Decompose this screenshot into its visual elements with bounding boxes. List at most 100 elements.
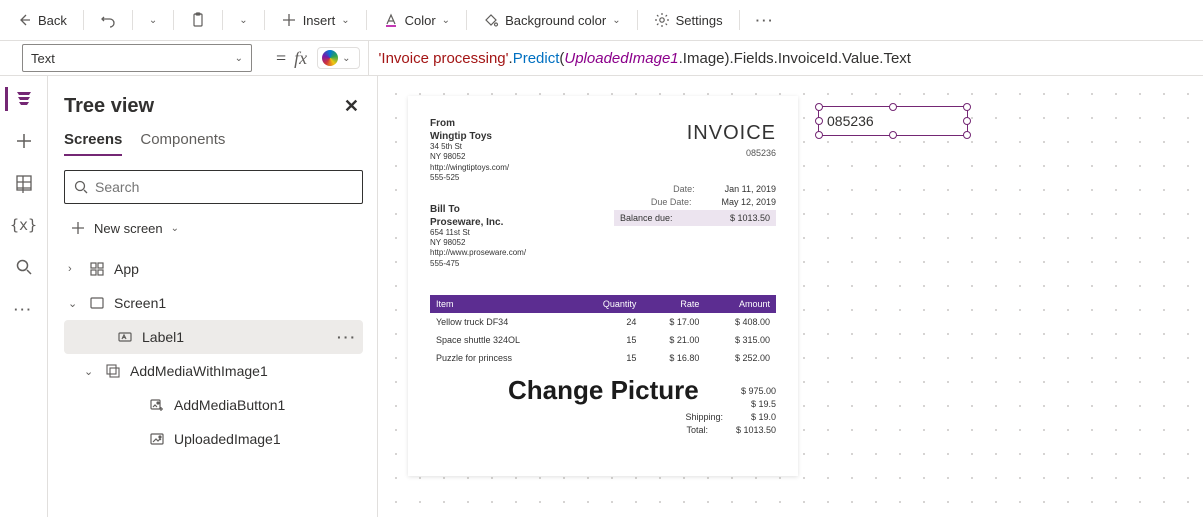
chevron-down-icon: ⌄ bbox=[341, 15, 349, 26]
billto-addr2: NY 98052 bbox=[430, 238, 776, 248]
rail-search[interactable] bbox=[5, 248, 43, 286]
bgcolor-button[interactable]: Background color ⌄ bbox=[475, 8, 629, 32]
resize-handle[interactable] bbox=[889, 103, 897, 111]
settings-button[interactable]: Settings bbox=[646, 8, 731, 32]
tree-item-screen1[interactable]: ⌄ Screen1 bbox=[64, 286, 363, 320]
from-url: http://wingtiptoys.com/ bbox=[430, 163, 776, 173]
rail-variables[interactable]: {x} bbox=[5, 206, 43, 244]
tree-item-addmediawithimage1[interactable]: ⌄ AddMediaWithImage1 bbox=[64, 354, 363, 388]
copilot-button[interactable]: ⌄ bbox=[317, 47, 359, 69]
due-value: May 12, 2019 bbox=[721, 197, 776, 207]
search-input[interactable] bbox=[95, 179, 354, 195]
collapse-icon[interactable]: ⌄ bbox=[84, 365, 96, 378]
insert-button[interactable]: Insert ⌄ bbox=[273, 8, 358, 32]
expand-icon[interactable]: › bbox=[68, 263, 80, 275]
label1-control[interactable]: 085236 bbox=[818, 106, 968, 136]
tree-item-addmediabutton1[interactable]: AddMediaButton1 bbox=[64, 388, 363, 422]
chevron-down-icon: ⌄ bbox=[342, 53, 350, 64]
rail-more[interactable]: ··· bbox=[5, 290, 43, 328]
top-toolbar: Back ⌄ ⌄ Insert ⌄ Color ⌄ Background col bbox=[0, 0, 1203, 40]
resize-handle[interactable] bbox=[963, 131, 971, 139]
chevron-down-icon: ⌄ bbox=[442, 15, 450, 26]
more-button[interactable]: ··· bbox=[748, 9, 783, 32]
tree-item-app[interactable]: › App bbox=[64, 252, 363, 286]
tree-list: › App ⌄ Screen1 Label1 ··· ⌄ AddMediaWit… bbox=[64, 252, 363, 456]
canvas[interactable]: INVOICE 085236 From Wingtip Toys 34 5th … bbox=[378, 76, 1203, 517]
resize-handle[interactable] bbox=[815, 117, 823, 125]
invoice-totals: $ 975.00 $ 19.5 Shipping:$ 19.0 Total:$ … bbox=[685, 386, 776, 438]
color-button[interactable]: Color ⌄ bbox=[375, 8, 458, 32]
collapse-icon[interactable]: ⌄ bbox=[68, 297, 80, 310]
tree-item-label: AddMediaWithImage1 bbox=[130, 363, 268, 379]
col-qty: Quantity bbox=[574, 295, 642, 313]
settings-label: Settings bbox=[676, 13, 723, 28]
tree-item-label: UploadedImage1 bbox=[174, 431, 281, 447]
search-box[interactable] bbox=[64, 170, 363, 204]
change-picture-overlay[interactable]: Change Picture bbox=[508, 375, 699, 406]
uploaded-image-invoice[interactable]: INVOICE 085236 From Wingtip Toys 34 5th … bbox=[408, 96, 798, 476]
rail-insert[interactable] bbox=[5, 122, 43, 160]
tree-tabs: Screens Components bbox=[64, 131, 363, 156]
separator bbox=[739, 10, 740, 30]
color-label: Color bbox=[405, 13, 436, 28]
undo-button[interactable] bbox=[92, 8, 124, 32]
tree-view-panel: Tree view ✕ Screens Components New scree… bbox=[48, 76, 378, 517]
formula-token-string: 'Invoice processing' bbox=[379, 50, 509, 67]
table-row: Puzzle for princess15$ 16.80$ 252.00 bbox=[430, 349, 776, 367]
col-rate: Rate bbox=[642, 295, 705, 313]
back-button[interactable]: Back bbox=[8, 8, 75, 32]
chevron-down-icon: ⌄ bbox=[235, 53, 243, 64]
tree-item-label1[interactable]: Label1 ··· bbox=[64, 320, 363, 354]
resize-handle[interactable] bbox=[815, 131, 823, 139]
left-rail: {x} ··· bbox=[0, 76, 48, 517]
image-icon bbox=[148, 430, 166, 448]
back-label: Back bbox=[38, 13, 67, 28]
undo-split-chevron[interactable]: ⌄ bbox=[141, 11, 165, 30]
rail-tree-view[interactable] bbox=[5, 80, 43, 118]
billto-phone: 555-475 bbox=[430, 259, 776, 269]
separator bbox=[264, 10, 265, 30]
col-item: Item bbox=[430, 295, 574, 313]
billto-url: http://www.proseware.com/ bbox=[430, 248, 776, 258]
invoice-id: 085236 bbox=[746, 148, 776, 158]
tree-title: Tree view bbox=[64, 95, 154, 118]
resize-handle[interactable] bbox=[815, 103, 823, 111]
close-icon[interactable]: ✕ bbox=[340, 92, 363, 121]
due-label: Due Date: bbox=[639, 197, 691, 207]
resize-handle[interactable] bbox=[963, 103, 971, 111]
separator bbox=[637, 10, 638, 30]
resize-handle[interactable] bbox=[963, 117, 971, 125]
resize-handle[interactable] bbox=[889, 131, 897, 139]
property-value: Text bbox=[31, 51, 55, 66]
formula-input[interactable]: 'Invoice processing'.Predict(UploadedIma… bbox=[368, 41, 1203, 75]
tree-item-label: App bbox=[114, 261, 139, 277]
tree-item-uploadedimage1[interactable]: UploadedImage1 bbox=[64, 422, 363, 456]
property-selector[interactable]: Text ⌄ bbox=[22, 44, 252, 72]
bucket-icon bbox=[483, 12, 499, 28]
formula-token-function: Predict bbox=[513, 50, 560, 67]
separator bbox=[222, 10, 223, 30]
plus-icon bbox=[70, 220, 86, 236]
new-screen-button[interactable]: New screen ⌄ bbox=[64, 214, 363, 242]
fx-icon[interactable]: fx bbox=[292, 48, 317, 69]
from-addr2: NY 98052 bbox=[430, 152, 776, 162]
equals-sign: = bbox=[270, 48, 292, 69]
paste-split-chevron[interactable]: ⌄ bbox=[231, 11, 255, 30]
arrow-left-icon bbox=[16, 12, 32, 28]
separator bbox=[466, 10, 467, 30]
bgcolor-label: Background color bbox=[505, 13, 606, 28]
new-screen-label: New screen bbox=[94, 221, 163, 236]
date-label: Date: bbox=[643, 184, 695, 194]
invoice-table: Item Quantity Rate Amount Yellow truck D… bbox=[430, 295, 776, 367]
paste-button[interactable] bbox=[182, 8, 214, 32]
tab-screens[interactable]: Screens bbox=[64, 131, 122, 156]
date-value: Jan 11, 2019 bbox=[725, 184, 776, 194]
label1-text: 085236 bbox=[827, 113, 874, 129]
media-button-icon bbox=[148, 396, 166, 414]
table-row: Space shuttle 324OL15$ 21.00$ 315.00 bbox=[430, 331, 776, 349]
copilot-icon bbox=[322, 50, 338, 66]
clipboard-icon bbox=[190, 12, 206, 28]
tab-components[interactable]: Components bbox=[140, 131, 225, 156]
rail-data[interactable] bbox=[5, 164, 43, 202]
tree-item-more[interactable]: ··· bbox=[337, 329, 357, 345]
